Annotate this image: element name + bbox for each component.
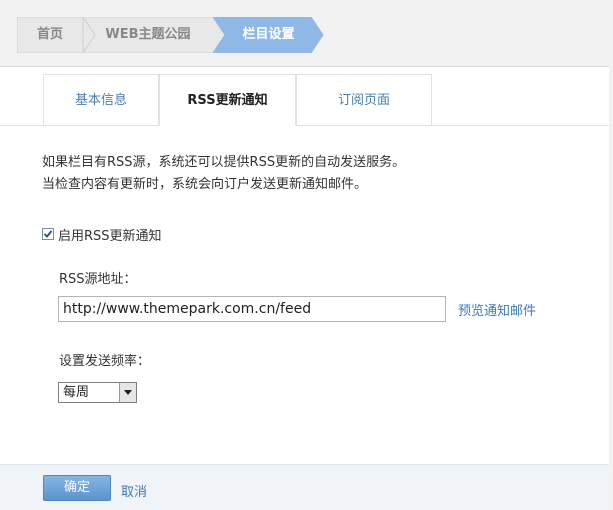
preview-email-link[interactable]: 预览通知邮件: [458, 300, 536, 319]
tab-subscribe-page[interactable]: 订阅页面: [296, 74, 432, 126]
frequency-select[interactable]: 每周: [58, 382, 137, 403]
description: 如果栏目有RSS源，系统还可以提供RSS更新的自动发送服务。 当检查内容有更新时…: [42, 152, 405, 196]
enable-rss-checkbox[interactable]: [42, 228, 54, 240]
breadcrumb-bar: 首页 WEB主题公园 栏目设置: [0, 0, 613, 67]
breadcrumb: 首页 WEB主题公园 栏目设置: [17, 17, 324, 53]
cancel-link[interactable]: 取消: [121, 481, 147, 500]
enable-rss-label: 启用RSS更新通知: [58, 228, 162, 244]
tab-rss-notify[interactable]: RSS更新通知: [159, 74, 296, 126]
description-line-2: 当检查内容有更新时，系统会向订户发送更新通知邮件。: [42, 177, 368, 192]
breadcrumb-site-link[interactable]: WEB主题公园: [83, 17, 213, 53]
chevron-down-icon: [124, 390, 132, 395]
rss-source-label: RSS源地址：: [59, 272, 137, 287]
breadcrumb-current: 栏目设置: [242, 27, 295, 42]
tab-bar: 基本信息 RSS更新通知 订阅页面: [43, 74, 432, 126]
confirm-button[interactable]: 确定: [43, 475, 111, 501]
frequency-dropdown-button[interactable]: [119, 383, 136, 402]
frequency-selected-value: 每周: [63, 385, 90, 400]
enable-rss-row[interactable]: 启用RSS更新通知: [42, 225, 162, 244]
tab-basic-info[interactable]: 基本信息: [43, 74, 159, 126]
breadcrumb-home-link[interactable]: 首页: [17, 17, 83, 53]
description-line-1: 如果栏目有RSS源，系统还可以提供RSS更新的自动发送服务。: [42, 155, 406, 170]
rss-source-input[interactable]: http://www.themepark.com.cn/feed: [58, 296, 446, 322]
right-edge: [609, 0, 613, 509]
frequency-label: 设置发送频率：: [59, 354, 151, 369]
checkmark-icon: [43, 230, 53, 238]
